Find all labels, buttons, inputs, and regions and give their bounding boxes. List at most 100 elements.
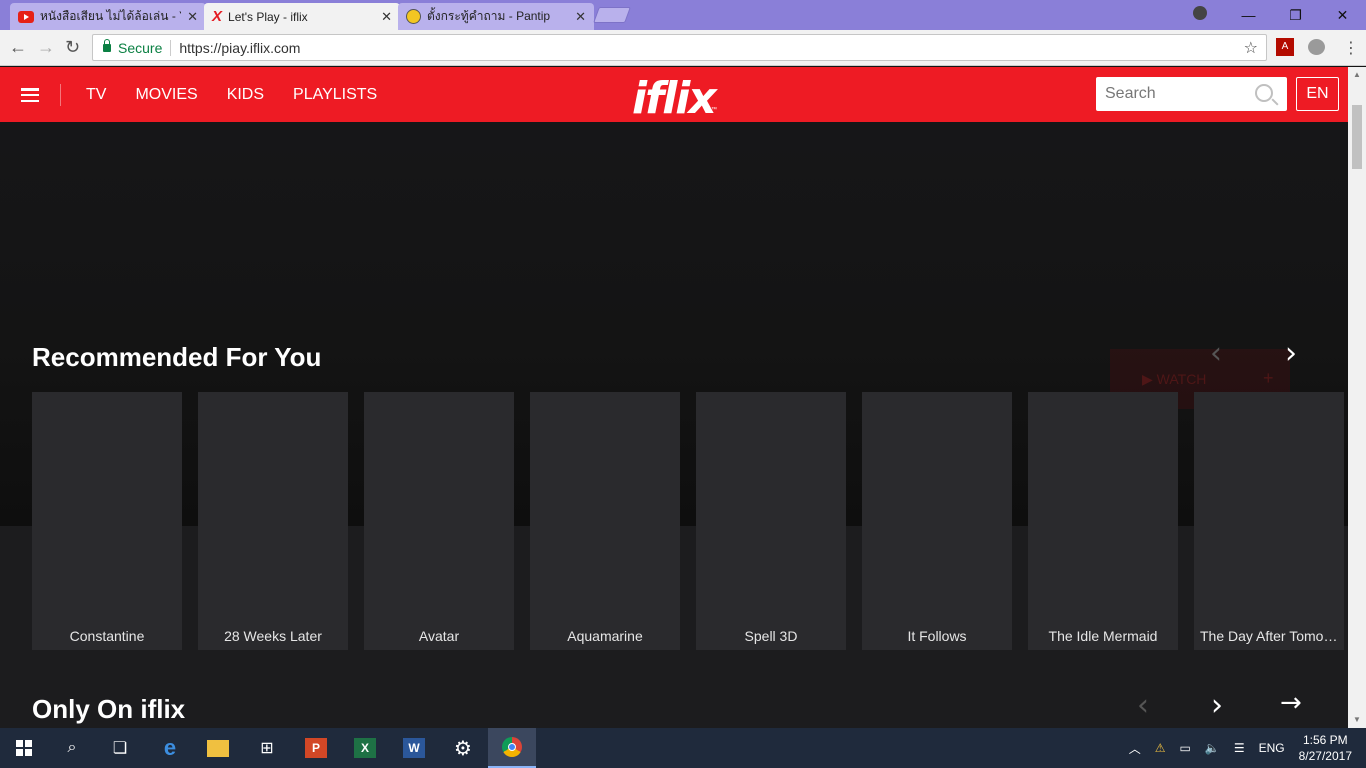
movie-card[interactable]: It Follows — [862, 392, 1012, 650]
movie-card[interactable]: The Day After Tomorrow — [1194, 392, 1344, 650]
reload-icon[interactable]: ↻ — [65, 37, 80, 58]
movie-card[interactable]: The Idle Mermaid — [1028, 392, 1178, 650]
site-header: TV MOVIES KIDS PLAYLISTS iflix ™ EN — [0, 67, 1348, 124]
search-input[interactable] — [1096, 77, 1246, 111]
carousel-prev-arrow[interactable]: ‹ — [1210, 336, 1222, 371]
excel-icon[interactable]: X — [341, 728, 389, 768]
minimize-button[interactable]: — — [1225, 7, 1272, 23]
search-taskbar-icon[interactable]: ⌕ — [48, 728, 96, 768]
show-hidden-icons-icon[interactable]: ︿ — [1129, 740, 1141, 757]
scroll-thumb[interactable] — [1352, 105, 1362, 169]
carousel-next-arrow[interactable]: › — [1211, 688, 1223, 723]
trademark: ™ — [711, 107, 717, 113]
movie-title: Avatar — [418, 628, 460, 644]
movie-card[interactable]: Constantine — [32, 392, 182, 650]
youtube-icon — [18, 10, 34, 23]
pdf-extension-icon[interactable]: A — [1276, 38, 1294, 56]
tab-title: ตั้งกระทู้คำถาม - Pantip — [427, 9, 551, 23]
forward-arrow-icon[interactable]: → — [37, 37, 55, 58]
hamburger-menu-icon[interactable] — [21, 88, 39, 103]
window-controls: — ❐ ✕ — [1225, 0, 1366, 30]
hero-add-button[interactable]: + — [1263, 368, 1274, 389]
clock-date: 8/27/2017 — [1298, 749, 1352, 763]
tab-title: หนังสือเสียน ไม่ได้ล้อเล่น - Yo — [40, 9, 182, 23]
search-icon[interactable] — [1255, 84, 1273, 102]
wifi-icon[interactable]: ⚠ — [1155, 741, 1166, 755]
movie-title: The Day After Tomorrow — [1200, 628, 1344, 644]
movie-card[interactable]: Spell 3D — [696, 392, 846, 650]
close-icon[interactable]: ✕ — [575, 9, 586, 25]
movie-title: Spell 3D — [744, 628, 798, 644]
language-button[interactable]: EN — [1296, 77, 1339, 111]
powerpoint-icon[interactable]: P — [292, 728, 340, 768]
see-all-arrow-icon[interactable]: → — [1280, 688, 1302, 718]
secure-label: Secure — [118, 39, 163, 56]
iflix-icon: X — [212, 8, 223, 25]
browser-tabstrip: หนังสือเสียน ไม่ได้ล้อเล่น - Yo ✕ X Let'… — [0, 0, 1366, 30]
task-view-icon[interactable]: ❏ — [96, 728, 144, 768]
window-close-button[interactable]: ✕ — [1319, 7, 1366, 24]
movie-card[interactable]: Avatar — [364, 392, 514, 650]
movie-title: It Follows — [907, 628, 967, 644]
nav-playlists[interactable]: PLAYLISTS — [293, 86, 377, 104]
start-button[interactable] — [0, 728, 48, 768]
nav-kids[interactable]: KIDS — [227, 86, 264, 104]
section-title-recommended: Recommended For You — [32, 342, 322, 372]
close-icon[interactable]: ✕ — [381, 9, 392, 25]
browser-menu-icon[interactable]: ⋮ — [1343, 38, 1359, 58]
movie-title: Aquamarine — [567, 628, 643, 644]
url-text[interactable]: https://piay.iflix.com — [179, 40, 300, 56]
clock[interactable]: 1:56 PM 8/27/2017 — [1299, 732, 1352, 764]
word-icon[interactable]: W — [390, 728, 438, 768]
system-tray: ︿ ⚠ ▭ 🔈 ☰ ENG 1:56 PM 8/27/2017 — [1129, 728, 1366, 768]
tab-pantip[interactable]: ตั้งกระทู้คำถาม - Pantip ✕ — [398, 3, 594, 30]
divider — [60, 84, 61, 106]
movie-card[interactable]: Aquamarine — [530, 392, 680, 650]
movie-card[interactable]: 28 Weeks Later — [198, 392, 348, 650]
bookmark-star-icon[interactable]: ☆ — [1244, 38, 1258, 58]
store-icon[interactable]: ⊞ — [243, 728, 291, 768]
main-nav: TV MOVIES KIDS PLAYLISTS — [86, 67, 406, 122]
back-arrow-icon[interactable]: ← — [9, 37, 27, 58]
taskbar: ⌕ ❏ e ⊞ P X W ⚙ ︿ ⚠ ▭ 🔈 ☰ ENG 1:56 PM 8/… — [0, 728, 1366, 768]
new-tab-button[interactable] — [593, 7, 631, 23]
main-content: ▶ WATCH + Recommended For You ‹ › Consta… — [0, 122, 1348, 728]
settings-gear-icon[interactable]: ⚙ — [439, 728, 487, 768]
clock-time: 1:56 PM — [1302, 733, 1348, 747]
carousel-prev-arrow[interactable]: ‹ — [1137, 688, 1149, 723]
address-bar[interactable]: Secure https://piay.iflix.com ☆ — [92, 34, 1267, 61]
chrome-icon — [502, 737, 522, 757]
profile-icon[interactable] — [1193, 6, 1207, 20]
maximize-button[interactable]: ❐ — [1272, 7, 1319, 24]
pantip-icon — [406, 9, 421, 24]
volume-icon[interactable]: 🔈 — [1205, 741, 1220, 755]
tab-youtube[interactable]: หนังสือเสียน ไม่ได้ล้อเล่น - Yo ✕ — [10, 3, 206, 30]
browser-toolbar: ← → ↻ Secure https://piay.iflix.com ☆ A … — [0, 30, 1366, 66]
iflix-logo[interactable]: iflix — [632, 73, 717, 124]
page-scrollbar[interactable]: ▲ ▼ — [1348, 67, 1366, 728]
nav-movies[interactable]: MOVIES — [135, 86, 197, 104]
scroll-down-icon[interactable]: ▼ — [1353, 715, 1361, 724]
battery-icon[interactable]: ▭ — [1180, 741, 1191, 755]
section-title-only-on-iflix: Only On iflix — [32, 694, 186, 724]
notification-icon[interactable]: ☰ — [1234, 741, 1245, 755]
lock-icon — [103, 38, 111, 52]
movie-title: 28 Weeks Later — [224, 628, 322, 644]
extension-icon[interactable] — [1308, 39, 1325, 55]
scroll-up-icon[interactable]: ▲ — [1353, 70, 1361, 79]
movie-title: Constantine — [69, 628, 145, 644]
carousel-next-arrow[interactable]: › — [1285, 336, 1297, 371]
close-icon[interactable]: ✕ — [187, 9, 198, 25]
edge-icon[interactable]: e — [146, 728, 194, 768]
input-language[interactable]: ENG — [1259, 741, 1285, 755]
hero-watch-button[interactable]: ▶ WATCH — [1142, 371, 1206, 388]
search-box — [1096, 77, 1287, 111]
chrome-taskbar-button[interactable] — [488, 728, 536, 768]
tab-title: Let's Play - iflix — [228, 9, 308, 24]
windows-icon — [16, 740, 32, 756]
tab-iflix[interactable]: X Let's Play - iflix ✕ — [204, 3, 400, 30]
movie-title: The Idle Mermaid — [1048, 628, 1158, 644]
file-explorer-icon[interactable] — [194, 728, 242, 768]
divider — [170, 39, 172, 56]
nav-tv[interactable]: TV — [86, 86, 106, 104]
